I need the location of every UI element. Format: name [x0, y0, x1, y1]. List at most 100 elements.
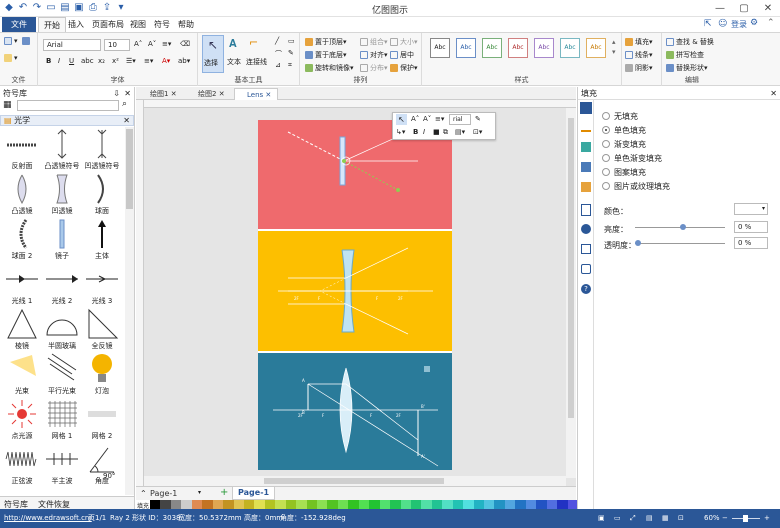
style-swatch-7[interactable]: Abc	[586, 38, 606, 58]
maximize-button[interactable]: ▢	[732, 0, 756, 17]
fill-option-solid-gradient[interactable]: 单色渐变填充	[602, 151, 772, 165]
presentation-icon[interactable]: ▤	[646, 509, 653, 528]
styles-scroll-down-icon[interactable]: ▾	[612, 48, 616, 56]
float-italic-icon[interactable]: I	[423, 128, 425, 136]
hyperlink-tab-icon[interactable]	[581, 224, 591, 234]
palette-swatch[interactable]	[223, 500, 234, 509]
style-swatch-5[interactable]: Abc	[534, 38, 554, 58]
text-tool-icon[interactable]: 𝐀	[229, 37, 237, 51]
palette-swatch[interactable]	[557, 500, 568, 509]
comment-tab-icon[interactable]	[581, 264, 591, 274]
align-icon[interactable]: ≡▾	[144, 57, 153, 65]
zoom-out-icon[interactable]: −	[722, 509, 728, 528]
palette-swatch[interactable]	[348, 500, 359, 509]
canvas-vscrollbar[interactable]	[566, 108, 576, 478]
new-doc-icon[interactable]: ▾	[4, 37, 18, 45]
distribute-button[interactable]: 分布▾	[360, 63, 388, 73]
subscript-icon[interactable]: x₂	[98, 57, 105, 65]
palette-swatch[interactable]	[410, 500, 422, 509]
palette-swatch[interactable]	[327, 500, 338, 509]
palette-swatch[interactable]	[504, 500, 516, 509]
add-page-icon[interactable]: +	[220, 487, 228, 498]
fit-icon[interactable]: ⊡	[678, 509, 684, 528]
symbol-sphere-2[interactable]: 球面 2	[0, 217, 44, 261]
symbol-mirror[interactable]: 镜子	[40, 217, 84, 261]
tab-home[interactable]: 开始	[38, 17, 66, 32]
rect-tool-icon[interactable]: ▭	[288, 37, 295, 45]
palette-swatch[interactable]	[546, 500, 558, 509]
tab-help[interactable]: 帮助	[173, 17, 199, 32]
style-swatch-2[interactable]: Abc	[456, 38, 476, 58]
symbol-prism[interactable]: 棱镜	[0, 307, 44, 351]
brightness-slider-handle[interactable]	[680, 224, 686, 230]
symbol-ray-3[interactable]: 光线 3	[80, 262, 124, 306]
symbol-concave-lens[interactable]: 凹透镜	[40, 172, 84, 216]
palette-swatch[interactable]	[181, 500, 192, 509]
palette-swatch[interactable]	[275, 500, 286, 509]
palette-swatch[interactable]	[296, 500, 307, 509]
symbol-angle[interactable]: 角度	[80, 442, 124, 486]
symbol-sine-wave[interactable]: 正弦波	[0, 442, 44, 486]
minimize-button[interactable]: —	[708, 0, 732, 17]
float-select-icon[interactable]: ↖	[396, 114, 407, 125]
symbol-object[interactable]: 主体	[80, 217, 124, 261]
color-picker[interactable]: ▾	[734, 203, 768, 215]
transparency-slider-handle[interactable]	[635, 240, 641, 246]
line-tab-icon[interactable]	[581, 122, 591, 132]
canvas-area[interactable]: 2F F F 2F 2F F F 2F A B A' B' ↖ A˄ A˅ ≡▾…	[136, 100, 576, 486]
palette-swatch[interactable]	[285, 500, 297, 509]
fill-radio-none[interactable]	[602, 112, 610, 120]
search-icon[interactable]: ⌕	[122, 99, 127, 109]
size-button[interactable]: 大小▾	[390, 37, 418, 47]
doc-tab-1[interactable]: 绘图1 ✕	[138, 88, 182, 100]
strikethrough-icon[interactable]: abc	[81, 57, 94, 65]
doc-tab-lens[interactable]: Lens ✕	[234, 88, 278, 100]
palette-swatch[interactable]	[442, 500, 453, 509]
float-style-icon[interactable]: ▤▾	[455, 128, 465, 136]
palette-swatch[interactable]	[369, 500, 380, 509]
symbol-parallel-beam[interactable]: 平行光束	[40, 352, 84, 396]
float-bold-icon[interactable]: B	[413, 128, 418, 136]
canvas-vscroll-thumb[interactable]	[568, 118, 574, 418]
align-button[interactable]: 对齐▾	[360, 50, 388, 60]
ray-start-handle[interactable]	[342, 159, 346, 163]
category-close-icon[interactable]: ✕	[123, 116, 130, 126]
palette-swatch[interactable]	[421, 500, 432, 509]
tab-page-layout[interactable]: 页面布局	[87, 17, 129, 32]
palette-swatch[interactable]	[160, 500, 171, 509]
fill-tab-icon[interactable]	[580, 102, 592, 114]
shrink-font-icon[interactable]: A˅	[148, 40, 156, 48]
fill-option-texture[interactable]: 图片或纹理填充	[602, 179, 772, 193]
curve-tool-icon[interactable]: ⌒	[275, 49, 282, 59]
float-connector-icon[interactable]: ↳▾	[396, 128, 405, 136]
symbol-half-wave[interactable]: 半主波	[40, 442, 84, 486]
float-grow-font-icon[interactable]: A˄	[411, 115, 419, 123]
fill-button[interactable]: 填充▾	[625, 37, 653, 47]
grow-font-icon[interactable]: A˄	[134, 40, 142, 48]
fill-panel-close-icon[interactable]: ✕	[770, 87, 777, 100]
palette-swatch[interactable]	[431, 500, 443, 509]
line-tool-icon[interactable]: ╱	[275, 37, 279, 45]
underline-icon[interactable]: U	[69, 57, 74, 65]
palette-swatch[interactable]	[337, 500, 349, 509]
palette-swatch[interactable]	[254, 500, 265, 509]
palette-swatch[interactable]	[202, 500, 213, 509]
palette-swatch[interactable]	[243, 500, 255, 509]
symbol-sphere[interactable]: 球面	[80, 172, 124, 216]
palette-swatch[interactable]	[525, 500, 537, 509]
palette-swatch[interactable]	[484, 500, 495, 509]
replace-shape-button[interactable]: 替换形状▾	[666, 63, 708, 73]
style-swatch-3[interactable]: Abc	[482, 38, 502, 58]
layer-tab-icon[interactable]	[581, 182, 591, 192]
bullets-icon[interactable]: ☰▾	[126, 57, 136, 65]
center-button[interactable]: 居中	[390, 50, 414, 60]
symbol-ray-2[interactable]: 光线 2	[40, 262, 84, 306]
styles-scroll-up-icon[interactable]: ▴	[612, 38, 616, 46]
spell-check-button[interactable]: 拼写检查	[666, 50, 704, 60]
style-swatch-1[interactable]: Abc	[430, 38, 450, 58]
transparency-slider[interactable]	[635, 243, 725, 244]
symbol-grid-2[interactable]: 网格 2	[80, 397, 124, 441]
group-button[interactable]: 组合▾	[360, 37, 388, 47]
fill-option-gradient[interactable]: 渐变填充	[602, 137, 772, 151]
settings-icon[interactable]: ⚙	[750, 18, 758, 28]
